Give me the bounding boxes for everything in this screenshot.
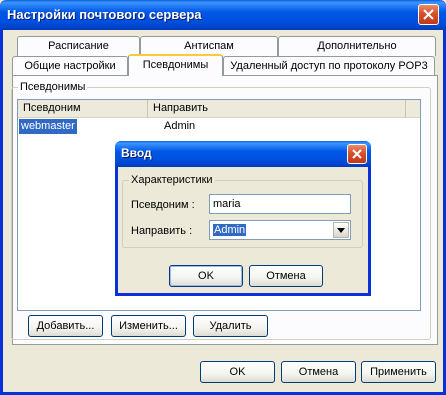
tab-antispam[interactable]: Антиспам (140, 36, 278, 56)
table-row[interactable]: webmaster Admin (18, 119, 422, 135)
row-alias-cell: webmaster (19, 119, 77, 134)
window-titlebar[interactable]: Настройки почтового сервера (0, 0, 446, 30)
apply-button[interactable]: Применить (361, 361, 436, 383)
column-header-alias[interactable]: Псевдоним (18, 100, 148, 118)
close-icon (352, 149, 362, 159)
add-alias-button[interactable]: Добавить... (28, 315, 103, 337)
aliases-list-header: Псевдоним Направить (18, 100, 420, 118)
input-dialog: Ввод Характеристики Псевдоним : maria На… (115, 141, 371, 296)
characteristics-legend: Характеристики (131, 174, 213, 186)
edit-alias-button[interactable]: Изменить... (111, 315, 186, 337)
dialog-titlebar[interactable]: Ввод (115, 141, 371, 167)
dialog-close-button[interactable] (347, 144, 367, 164)
window-title: Настройки почтового сервера (7, 7, 202, 22)
alias-field-label: Псевдоним : (131, 199, 195, 211)
chevron-down-icon (337, 221, 345, 239)
forward-select[interactable]: Admin (209, 220, 351, 240)
window-close-button[interactable] (418, 4, 439, 25)
tab-aliases[interactable]: Псевдонимы (128, 54, 223, 76)
close-icon (423, 9, 434, 20)
tab-advanced[interactable]: Дополнительно (278, 36, 436, 56)
cancel-button[interactable]: Отмена (281, 361, 356, 383)
column-header-forward[interactable]: Направить (148, 100, 406, 118)
tab-general[interactable]: Общие настройки (12, 56, 128, 76)
ok-button[interactable]: OK (200, 361, 275, 383)
dialog-title: Ввод (121, 146, 152, 160)
delete-alias-button[interactable]: Удалить (193, 315, 268, 337)
tab-schedule[interactable]: Расписание (17, 36, 140, 56)
alias-input[interactable]: maria (209, 194, 351, 214)
dialog-cancel-button[interactable]: Отмена (249, 265, 323, 287)
tab-pop3-remote-access[interactable]: Удаленный доступ по протоколу POP3 (223, 56, 435, 76)
dropdown-arrow-button[interactable] (333, 222, 349, 238)
aliases-group-legend: Псевдонимы (20, 81, 86, 93)
dialog-ok-button[interactable]: OK (169, 265, 243, 287)
row-target-cell: Admin (164, 120, 196, 132)
forward-field-label: Направить : (131, 225, 193, 237)
forward-selected-value: Admin (213, 224, 247, 236)
